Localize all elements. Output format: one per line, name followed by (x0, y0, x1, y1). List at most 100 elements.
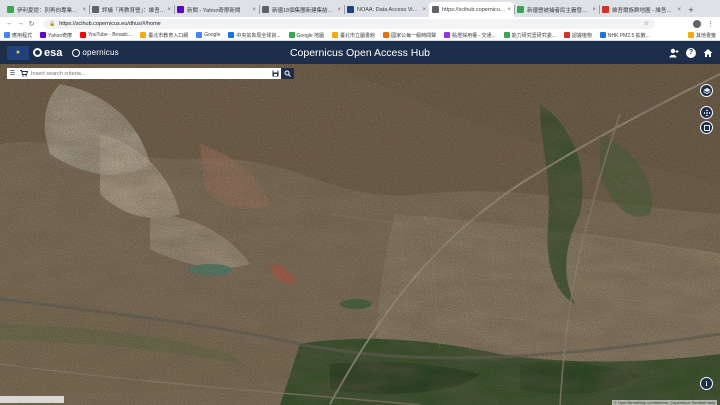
bookmarks-bar: 應用程式 Yahoo奇摩 YouTube - Broadc... 臺北市教育入口網 Go… (0, 30, 720, 41)
tab-title: 新疆營被捕者民主義發現場... (527, 7, 590, 14)
bookmark-item[interactable]: Google (196, 32, 220, 38)
other-bookmarks[interactable]: 其他書籤 (687, 32, 716, 39)
folder-icon (687, 32, 694, 38)
bookmark-item[interactable]: 應用程式 (4, 32, 32, 39)
bookmark-label: 國家公每一級時間聲 (391, 32, 437, 39)
bookmark-star-icon[interactable]: ☆ (644, 20, 649, 27)
bookmark-item[interactable]: 臺北市教育入口網 (140, 32, 188, 39)
browser-tab[interactable]: 新聞 - Yahoo奇摩新聞 × (174, 2, 259, 17)
bookmark-item[interactable]: 中央氣象局全球資... (228, 32, 281, 39)
bookmark-favicon-icon (503, 32, 510, 38)
eu-flag-logo: ★ (7, 45, 29, 60)
tab-close-icon[interactable]: × (507, 7, 511, 13)
bookmark-label: 點燈採用權 - 交通... (452, 32, 496, 39)
bookmark-favicon-icon (563, 32, 570, 38)
browser-toolbar: ← → ↻ 🔒 https://scihub.copernicus.eu/dhu… (0, 17, 720, 30)
bookmark-item[interactable]: 國家公每一級時間聲 (383, 32, 436, 39)
satellite-imagery (0, 64, 720, 405)
browser-tab[interactable]: https://scihub.copernicus.e... × (429, 2, 514, 17)
layers-icon (702, 87, 711, 94)
pan-mode-button[interactable] (700, 106, 713, 119)
copernicus-logo: opernicus (72, 48, 119, 57)
tab-favicon-icon (262, 6, 269, 13)
copernicus-logo-text: opernicus (82, 48, 119, 57)
bookmark-item[interactable]: YouTube - Broadc... (80, 32, 132, 38)
bookmark-label: 能力研究壹研究委... (511, 32, 556, 39)
bookmark-item[interactable]: 認識植物 (563, 32, 592, 39)
app-header: ★ esa opernicus Copernicus Open Access H… (0, 41, 720, 64)
help-icon[interactable]: ? (686, 47, 696, 58)
bookmark-favicon-icon (599, 32, 606, 38)
bookmark-favicon-icon (332, 32, 339, 38)
bookmark-favicon-icon (4, 32, 10, 38)
bookmark-item[interactable]: Google 地圖 (288, 32, 325, 39)
cart-icon[interactable] (18, 68, 29, 79)
tab-title: NOAA: Data Access Viewer (357, 6, 421, 13)
bookmark-label: Google 地圖 (296, 32, 325, 39)
forward-icon[interactable]: → (15, 18, 26, 29)
other-bookmarks-label: 其他書籤 (695, 32, 716, 39)
bookmark-favicon-icon (80, 32, 87, 38)
tab-favicon-icon (92, 6, 99, 13)
tab-close-icon[interactable]: × (422, 7, 426, 13)
tab-favicon-icon (7, 6, 14, 13)
info-icon: i (705, 379, 708, 388)
browser-tab[interactable]: 維吾爾族群地圖 - 維吾爾人... × (599, 2, 684, 17)
bookmark-label: Yahoo奇摩 (48, 32, 73, 39)
layers-button[interactable] (700, 84, 713, 97)
tab-favicon-icon (347, 6, 354, 13)
tab-close-icon[interactable]: × (252, 7, 256, 13)
search-button[interactable] (281, 68, 294, 79)
bookmark-label: Google (204, 32, 221, 38)
save-icon[interactable] (270, 68, 281, 79)
bookmark-item[interactable]: 臺北市立圖書館 (332, 32, 375, 39)
browser-tab[interactable]: NOAA: Data Access Viewer × (344, 2, 429, 17)
home-icon[interactable] (703, 48, 713, 58)
draw-rectangle-icon (703, 124, 710, 131)
browser-tab[interactable]: 新疆營被捕者民主義發現場...× (514, 2, 599, 17)
search-input[interactable] (29, 68, 270, 79)
browser-tab[interactable]: 伊利夏提：別再向專業處人...× (4, 2, 89, 17)
menu-hamburger-icon[interactable]: ☰ (7, 68, 18, 79)
tab-title: 新聞 - Yahoo奇摩新聞 (187, 7, 241, 14)
reload-icon[interactable]: ↻ (26, 18, 37, 29)
draw-area-button[interactable] (700, 121, 713, 134)
tab-title: 評議「再教育營」：維吾爾... (102, 7, 166, 14)
lock-icon: 🔒 (49, 20, 56, 27)
tab-close-icon[interactable]: × (82, 7, 86, 13)
bookmark-label: YouTube - Broadc... (88, 32, 133, 38)
tab-favicon-icon (177, 6, 184, 13)
bookmark-item[interactable]: 能力研究壹研究委... (503, 32, 556, 39)
profile-avatar[interactable] (693, 19, 701, 28)
bookmark-favicon-icon (140, 32, 147, 38)
browser-tab-strip: 伊利夏提：別再向專業處人...×評議「再教育營」：維吾爾...×新聞 - Yah… (0, 0, 720, 17)
tab-favicon-icon (602, 6, 609, 13)
info-button[interactable]: i (700, 377, 713, 390)
satellite-map[interactable] (0, 64, 720, 405)
browser-tab[interactable]: 新疆18個集團新建集結設施...× (259, 2, 344, 17)
new-tab-button[interactable]: + (684, 2, 698, 17)
bookmark-favicon-icon (196, 32, 203, 38)
back-icon[interactable]: ← (4, 18, 15, 29)
bookmark-item[interactable]: Yahoo奇摩 (40, 32, 72, 39)
menu-kebab-icon[interactable]: ⋮ (705, 18, 716, 29)
tab-title: 維吾爾族群地圖 - 維吾爾人... (612, 7, 676, 14)
bookmark-label: 應用程式 (12, 32, 33, 39)
esa-logo-mark (33, 48, 42, 57)
copernicus-logo-mark (72, 48, 81, 57)
user-login-icon[interactable] (669, 48, 679, 58)
map-attribution: © OpenStreetMap contributors, Copernicus… (611, 400, 717, 405)
bookmark-item[interactable]: 點燈採用權 - 交通... (444, 32, 496, 39)
browser-tab[interactable]: 評議「再教育營」：維吾爾... × (89, 2, 174, 17)
bookmark-favicon-icon (288, 32, 295, 38)
tab-close-icon[interactable]: × (337, 7, 341, 13)
address-url: https://scihub.copernicus.eu/dhus/#/home (59, 20, 161, 27)
tab-close-icon[interactable]: × (592, 7, 596, 13)
tab-title: 新疆18個集團新建集結設施... (272, 7, 335, 14)
bookmark-item[interactable]: NHK PM2.5 拡散... (599, 32, 650, 39)
tab-close-icon[interactable]: × (167, 7, 171, 13)
address-bar[interactable]: 🔒 https://scihub.copernicus.eu/dhus/#/ho… (43, 18, 655, 29)
bookmark-favicon-icon (383, 32, 390, 38)
tab-close-icon[interactable]: × (677, 7, 681, 13)
bookmark-favicon-icon (444, 32, 451, 38)
